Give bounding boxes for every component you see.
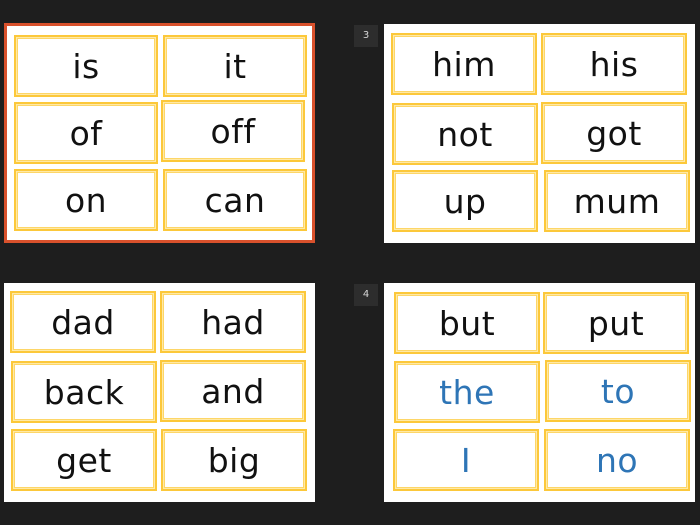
word-card: back [11, 361, 157, 423]
word-card-tricky: no [544, 429, 690, 491]
word-card: is [14, 35, 158, 97]
word-card: can [163, 169, 307, 231]
word-card: had [160, 291, 306, 353]
word-card: of [14, 102, 158, 164]
slide-number-label: 4 [354, 284, 378, 306]
word-card-tricky: the [394, 361, 540, 423]
word-card: it [163, 35, 307, 97]
word-card: and [160, 360, 306, 422]
word-card: dad [10, 291, 156, 353]
word-card: not [392, 103, 538, 165]
word-card: big [161, 429, 307, 491]
word-card: on [14, 169, 158, 231]
word-card: off [161, 100, 305, 162]
word-card: up [392, 170, 538, 232]
word-card: him [391, 33, 537, 95]
slide-thumbnail-5[interactable]: dad had back and get big [4, 283, 315, 502]
word-card: his [541, 33, 687, 95]
slide-thumbnail-3[interactable]: him his not got up mum [384, 24, 695, 243]
word-card: mum [544, 170, 690, 232]
word-card: but [394, 292, 540, 354]
slide-thumbnail-4[interactable]: but put the to I no [384, 283, 695, 502]
word-card: put [543, 292, 689, 354]
word-card: got [541, 102, 687, 164]
word-card-tricky: I [393, 429, 539, 491]
word-card: get [11, 429, 157, 491]
word-card-tricky: to [545, 360, 691, 422]
slide-thumbnail-1[interactable]: is it of off on can [4, 23, 315, 243]
slide-number-label: 3 [354, 25, 378, 47]
